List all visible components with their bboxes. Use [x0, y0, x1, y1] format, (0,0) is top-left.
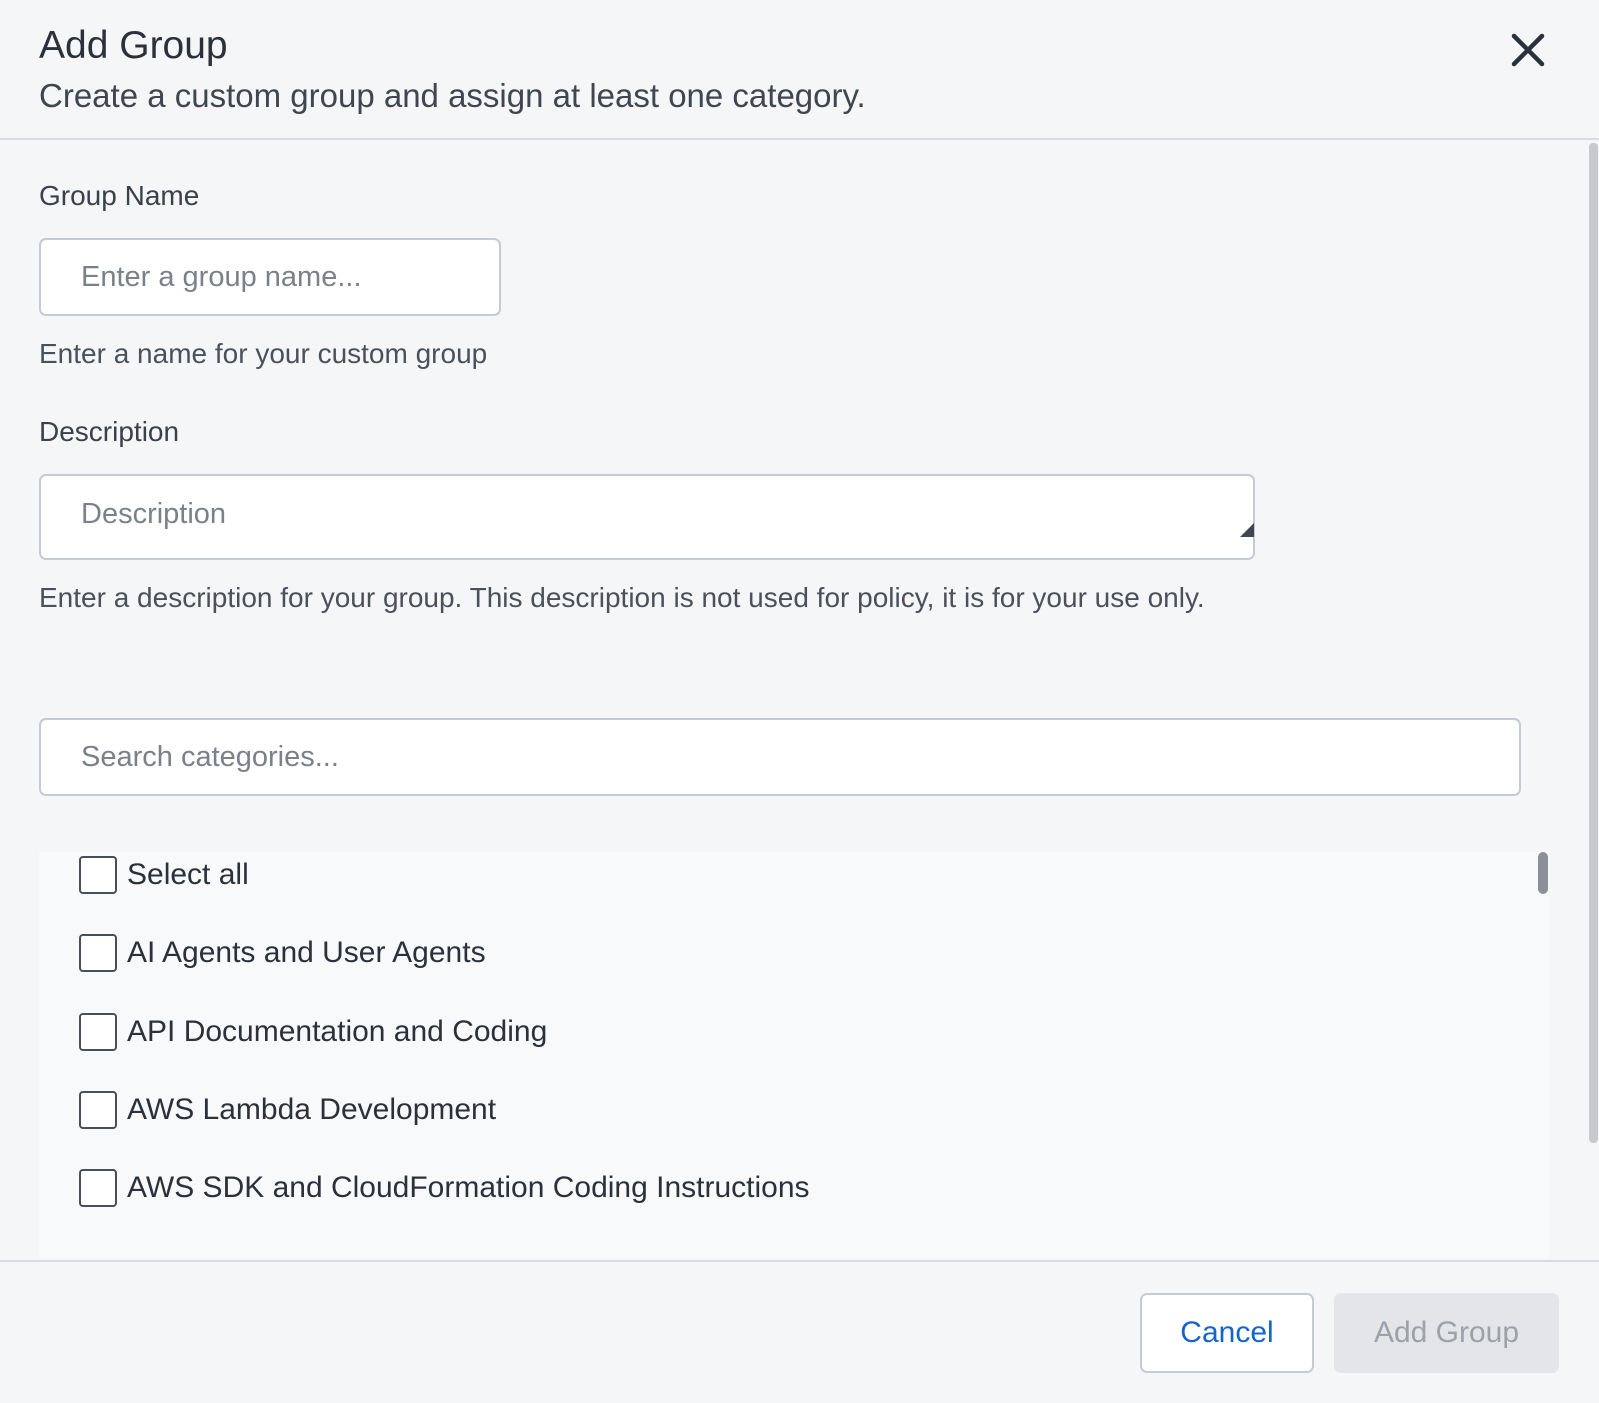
add-group-dialog: Add Group Create a custom group and assi… — [0, 0, 1599, 1403]
add-group-button[interactable]: Add Group — [1334, 1293, 1559, 1373]
dialog-header: Add Group Create a custom group and assi… — [0, 0, 1599, 140]
category-label: AI Agents and User Agents — [127, 936, 486, 969]
category-item[interactable]: API Documentation and Coding — [79, 1011, 547, 1053]
select-all-checkbox[interactable] — [79, 856, 117, 894]
select-all-option[interactable]: Select all — [79, 854, 249, 896]
close-button[interactable] — [1502, 24, 1554, 76]
dialog-title: Add Group — [39, 24, 228, 67]
category-label: AWS Lambda Development — [127, 1093, 497, 1126]
category-checkbox[interactable] — [79, 934, 117, 972]
description-label: Description — [39, 416, 180, 447]
description-textarea[interactable] — [39, 474, 1255, 560]
category-checkbox[interactable] — [79, 1169, 117, 1207]
dialog-scrollbar[interactable] — [1589, 143, 1598, 1143]
group-name-helper: Enter a name for your custom group — [39, 338, 488, 369]
description-helper: Enter a description for your group. This… — [39, 582, 1205, 613]
search-categories-input[interactable] — [39, 718, 1521, 796]
category-label: AWS SDK and CloudFormation Coding Instru… — [127, 1171, 810, 1204]
resize-handle-icon[interactable] — [1240, 523, 1254, 537]
category-label: API Documentation and Coding — [127, 1015, 548, 1048]
select-all-label: Select all — [127, 858, 249, 891]
category-item[interactable]: AWS Lambda Development — [79, 1089, 496, 1131]
group-name-input[interactable] — [39, 238, 501, 316]
dialog-subtitle: Create a custom group and assign at leas… — [39, 77, 866, 114]
category-item[interactable]: AI Agents and User Agents — [79, 932, 486, 974]
category-checkbox[interactable] — [79, 1013, 117, 1051]
close-icon — [1511, 33, 1545, 67]
category-item[interactable]: AWS SDK and CloudFormation Coding Instru… — [79, 1167, 810, 1209]
category-checkbox[interactable] — [79, 1091, 117, 1129]
group-name-label: Group Name — [39, 180, 200, 211]
cancel-button[interactable]: Cancel — [1140, 1293, 1314, 1373]
category-list-scrollbar[interactable] — [1538, 852, 1548, 894]
